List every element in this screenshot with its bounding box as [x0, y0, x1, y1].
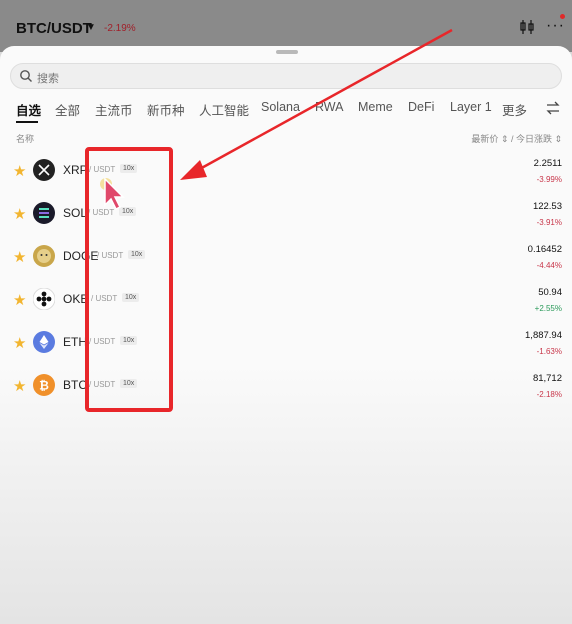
row-symbol: ETH — [63, 335, 87, 349]
row-change: -1.63% — [536, 347, 562, 356]
tab-defi[interactable]: DeFi — [408, 100, 434, 114]
pair-change: -2.19% — [104, 23, 136, 34]
tab-ai[interactable]: 人工智能 — [199, 100, 249, 119]
row-change: -2.18% — [536, 390, 562, 399]
tab-new[interactable]: 新币种 — [147, 100, 185, 119]
svg-text:₿: ₿ — [39, 379, 49, 393]
btc-icon: ₿ — [33, 374, 55, 396]
favorite-star-icon[interactable]: ★ — [13, 291, 26, 309]
tab-more[interactable]: 更多 — [502, 100, 527, 119]
eth-icon — [33, 331, 55, 353]
row-price: 81,712 — [532, 373, 562, 384]
pair-dropdown-icon[interactable]: ▼ — [86, 22, 96, 33]
pointer-cursor-icon — [100, 177, 125, 211]
row-change: -3.91% — [536, 218, 562, 227]
tab-mainstream[interactable]: 主流币 — [95, 100, 133, 119]
tab-layer1[interactable]: Layer 1 — [450, 100, 492, 114]
row-price: 1,887.94 — [525, 330, 562, 341]
sheet-handle[interactable] — [276, 50, 298, 54]
row-change: -4.44% — [536, 261, 562, 270]
favorite-star-icon[interactable]: ★ — [13, 334, 26, 352]
favorite-star-icon[interactable]: ★ — [13, 205, 26, 223]
okb-icon — [33, 288, 55, 310]
row-price: 122.53 — [532, 201, 562, 212]
row-change: +2.55% — [534, 304, 562, 313]
tab-all[interactable]: 全部 — [55, 100, 80, 119]
category-tabs: 自选 全部 主流币 新币种 人工智能 Solana RWA Meme DeFi … — [0, 100, 572, 124]
sol-icon — [33, 202, 55, 224]
more-icon[interactable]: ··· — [546, 18, 564, 36]
row-symbol: BTC — [63, 378, 87, 392]
swap-icon[interactable] — [545, 100, 561, 116]
search-placeholder: 搜索 — [37, 73, 59, 85]
tab-meme[interactable]: Meme — [358, 100, 393, 114]
tab-favorites[interactable]: 自选 — [16, 100, 41, 119]
column-name-header: 名称 — [16, 134, 35, 144]
row-symbol: SOL — [63, 206, 88, 220]
doge-icon — [33, 245, 55, 267]
active-tab-indicator — [16, 121, 38, 123]
search-input[interactable]: 搜索 — [10, 63, 562, 89]
top-bar: BTC/USDT ▼ -2.19% ··· — [0, 0, 572, 52]
column-price-change-header[interactable]: 最新价 ⇕ / 今日涨跌 ⇕ — [471, 132, 562, 145]
search-icon — [20, 70, 32, 82]
favorite-star-icon[interactable]: ★ — [13, 162, 26, 180]
row-price: 2.2511 — [533, 158, 562, 169]
row-change: -3.99% — [536, 175, 562, 184]
favorite-star-icon[interactable]: ★ — [13, 377, 26, 395]
xrp-icon — [33, 159, 55, 181]
row-price: 50.94 — [538, 287, 562, 298]
pair-title[interactable]: BTC/USDT — [16, 20, 92, 37]
tab-solana[interactable]: Solana — [261, 100, 300, 114]
notification-dot — [560, 14, 565, 19]
row-price: 0.16452 — [527, 244, 562, 255]
favorite-star-icon[interactable]: ★ — [13, 248, 26, 266]
tab-rwa[interactable]: RWA — [315, 100, 343, 114]
row-symbol: XRP — [63, 163, 88, 177]
candlestick-icon[interactable] — [518, 18, 536, 36]
